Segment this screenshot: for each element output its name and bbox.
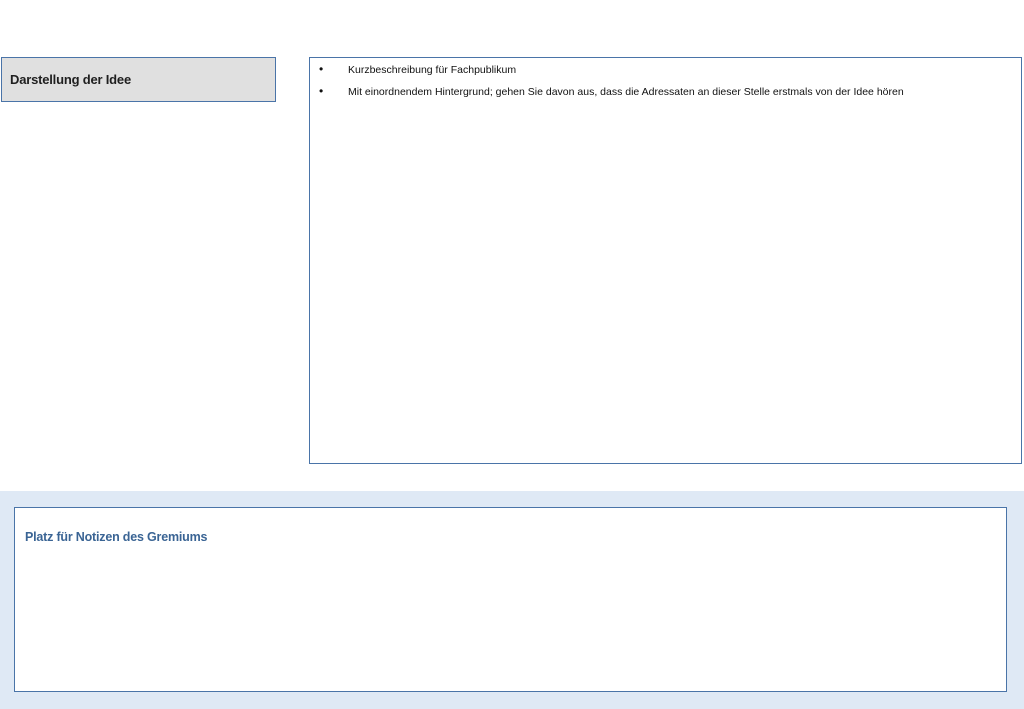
- bullet-text: Kurzbeschreibung für Fachpublikum: [348, 64, 517, 76]
- section-label: Darstellung der Idee: [10, 72, 131, 87]
- bullet-text: Mit einordnendem Hintergrund; gehen Sie …: [348, 86, 904, 98]
- bullet-list: • Kurzbeschreibung für Fachpublikum • Mi…: [319, 63, 1015, 99]
- bullet-icon: •: [319, 84, 324, 98]
- notes-title: Platz für Notizen des Gremiums: [25, 530, 208, 544]
- idea-description-box[interactable]: • Kurzbeschreibung für Fachpublikum • Mi…: [309, 57, 1022, 464]
- bullet-item-short-description: • Kurzbeschreibung für Fachpublikum: [319, 63, 1015, 77]
- notes-box[interactable]: Platz für Notizen des Gremiums: [14, 507, 1007, 692]
- bullet-icon: •: [319, 62, 324, 76]
- section-label-box: Darstellung der Idee: [1, 57, 276, 102]
- bullet-item-background: • Mit einordnendem Hintergrund; gehen Si…: [319, 85, 1015, 99]
